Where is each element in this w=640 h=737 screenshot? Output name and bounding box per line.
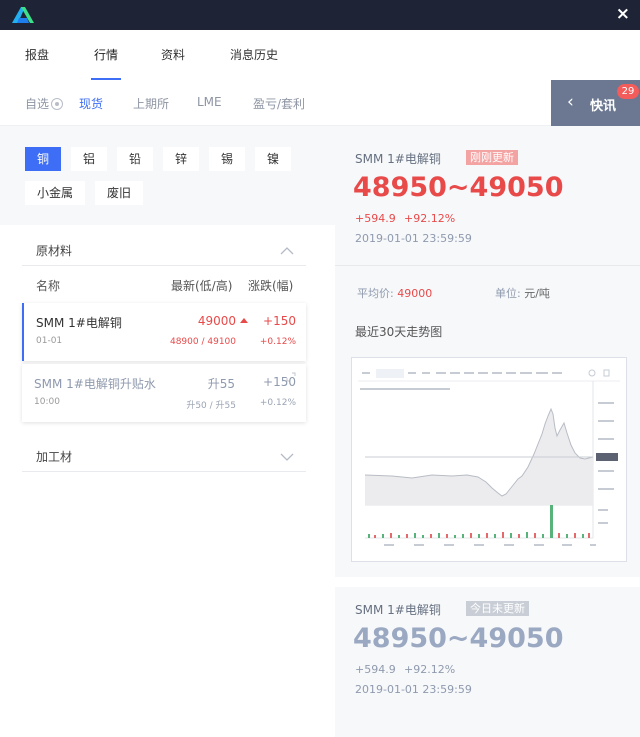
col-latest: 最新(低/高) xyxy=(171,279,233,293)
fresh-status-badge: 刚刚更新 xyxy=(466,150,518,165)
unit-label: 单位: xyxy=(495,287,521,300)
metal-chip-nickel[interactable]: 镍 xyxy=(255,147,291,171)
tab-offer[interactable]: 报盘 xyxy=(25,46,49,63)
avg-price: 平均价: 49000 xyxy=(357,285,432,301)
unit: 单位: 元/吨 xyxy=(495,285,550,301)
detail-time-2: 2019-01-01 23:59:59 xyxy=(355,683,472,696)
quote-row-copper-premium[interactable]: SMM 1#电解铜升贴水 10:00 升55 升50 / 升55 +150 +0… xyxy=(22,364,306,422)
quote-detail-pane: SMM 1#电解铜 刚刚更新 48950~49050 +594.9 +92.12… xyxy=(335,126,640,737)
row-date: 01-01 xyxy=(36,336,63,346)
quote-row-copper[interactable]: SMM 1#电解铜 01-01 49000 48900 / 49100 +150… xyxy=(22,303,306,361)
column-header: 名称 最新(低/高) 涨跌(幅) xyxy=(22,271,306,301)
subtab-watchlist-label: 自选 xyxy=(25,97,50,111)
processed-material-section-header[interactable]: 加工材 xyxy=(22,440,306,472)
trend-chart-graphic xyxy=(352,358,626,561)
subtab-shfe[interactable]: 上期所 xyxy=(133,95,169,112)
metal-chip-scrap[interactable]: 废旧 xyxy=(95,181,143,205)
metal-chip-zinc[interactable]: 锌 xyxy=(163,147,199,171)
col-change: 涨跌(幅) xyxy=(248,279,294,293)
col-name: 名称 xyxy=(36,279,61,293)
tab-data[interactable]: 资料 xyxy=(161,46,185,63)
detail-change-pct: +92.12% xyxy=(404,212,456,225)
unit-value: 元/吨 xyxy=(524,287,550,300)
subtab-arbitrage[interactable]: 盈亏/套利 xyxy=(253,95,305,112)
tab-message-history[interactable]: 消息历史 xyxy=(230,46,278,63)
app-logo-icon xyxy=(12,7,34,23)
subtab-watchlist[interactable]: 自选 xyxy=(25,95,64,112)
close-icon[interactable]: × xyxy=(616,4,630,24)
trend-title: 最近30天走势图 xyxy=(355,325,443,339)
metal-chip-tin[interactable]: 锡 xyxy=(209,147,245,171)
stale-status-badge: 今日未更新 xyxy=(466,601,529,616)
news-count-badge: 29 xyxy=(617,84,639,99)
section-gap xyxy=(335,577,640,587)
detail-price-2: 48950~49050 xyxy=(353,623,564,654)
processed-material-title: 加工材 xyxy=(36,450,73,464)
divider xyxy=(335,265,640,266)
chevron-up-icon[interactable] xyxy=(280,244,294,258)
news-flash-button[interactable]: ‹ 快讯 29 xyxy=(551,80,640,126)
tab-market[interactable]: 行情 xyxy=(94,46,118,63)
subtab-spot[interactable]: 现货 xyxy=(79,95,103,112)
subtab-lme[interactable]: LME xyxy=(197,95,222,109)
detail-change-2: +594.9 xyxy=(355,663,396,676)
chevron-left-icon: ‹ xyxy=(567,92,574,112)
gear-icon[interactable] xyxy=(51,98,64,110)
avg-price-label: 平均价: xyxy=(357,287,394,300)
trend-chart[interactable] xyxy=(351,357,627,562)
raw-material-section-header[interactable]: 原材料 xyxy=(22,234,306,266)
detail-name-2: SMM 1#电解铜 xyxy=(355,603,441,617)
detail-time: 2019-01-01 23:59:59 xyxy=(355,232,472,245)
row-change: +150 xyxy=(263,375,296,389)
metal-chip-copper[interactable]: 铜 xyxy=(25,147,61,171)
metal-filter: 铜 铝 铅 锌 锡 镍 小金属 废旧 xyxy=(0,126,335,225)
detail-change-pct-2: +92.12% xyxy=(404,663,456,676)
chevron-down-icon[interactable] xyxy=(280,450,294,464)
avg-price-value: 49000 xyxy=(397,287,433,300)
row-change-pct: +0.12% xyxy=(259,337,296,347)
metal-chip-minor-metals[interactable]: 小金属 xyxy=(25,181,85,205)
metal-chip-aluminum[interactable]: 铝 xyxy=(71,147,107,171)
row-name: SMM 1#电解铜 xyxy=(36,316,122,330)
news-flash-label: 快讯 xyxy=(590,99,617,114)
row-range: 48900 / 49100 xyxy=(169,337,236,347)
detail-change: +594.9 xyxy=(355,212,396,225)
main-tabs: 报盘 行情 资料 消息历史 xyxy=(0,30,640,80)
market-subtabs: 自选 现货 上期所 LME 盈亏/套利 xyxy=(0,80,640,126)
raw-material-title: 原材料 xyxy=(36,244,73,258)
row-range: 升50 / 升55 xyxy=(186,401,236,411)
row-price: 升55 xyxy=(207,377,235,391)
metal-chip-lead[interactable]: 铅 xyxy=(117,147,153,171)
triangle-up-icon xyxy=(240,318,248,323)
title-bar: × xyxy=(0,0,640,30)
row-change-pct: +0.12% xyxy=(259,398,296,408)
row-price: 49000 xyxy=(198,314,248,328)
row-date: 10:00 xyxy=(34,397,60,407)
row-name: SMM 1#电解铜升贴水 xyxy=(34,377,156,391)
row-change: +150 xyxy=(263,314,296,328)
detail-name: SMM 1#电解铜 xyxy=(355,152,441,166)
detail-price: 48950~49050 xyxy=(353,172,564,203)
row-price-value: 49000 xyxy=(197,314,236,328)
quote-list-pane: 铜 铝 铅 锌 锡 镍 小金属 废旧 原材料 名称 最新(低/高) 涨跌(幅) … xyxy=(0,126,335,737)
